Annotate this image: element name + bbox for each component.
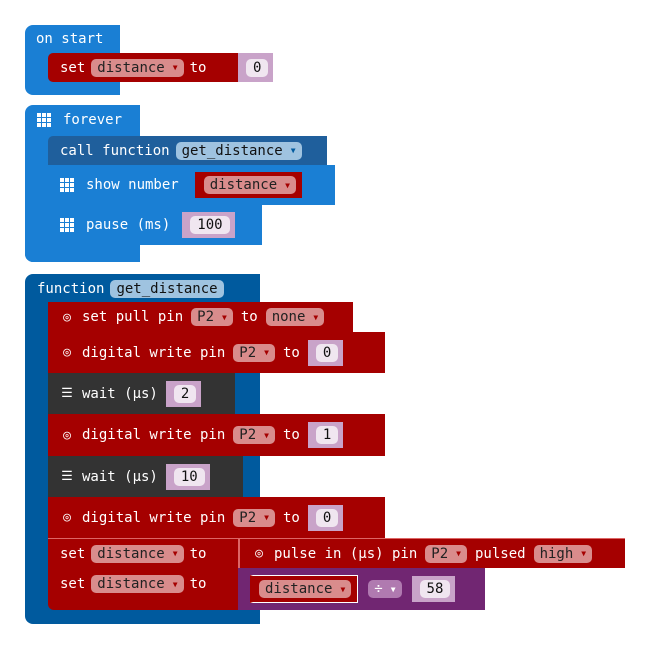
number-input[interactable]: 10: [173, 467, 205, 486]
function-name-field[interactable]: get_distance: [110, 280, 224, 298]
number-input[interactable]: 2: [173, 384, 197, 403]
target-icon: ◎: [255, 546, 263, 561]
call-function-label: call function: [60, 142, 170, 159]
call-function-block[interactable]: call function get_distance ▼: [48, 136, 327, 165]
dropdown-arrow-icon: ▼: [290, 146, 296, 155]
label: digital write pin: [82, 427, 226, 443]
set-label: set: [60, 545, 86, 562]
wait-us-block[interactable]: ☰ wait (µs) 10: [48, 456, 243, 497]
label: pulse in (µs) pin: [274, 545, 418, 562]
to-label: to: [282, 344, 300, 361]
set-distance-block[interactable]: set distance ▼ to: [48, 53, 238, 82]
to-label: to: [189, 576, 207, 592]
pin-dropdown[interactable]: P2 ▼: [233, 508, 275, 527]
pulsed-label: pulsed: [474, 545, 526, 562]
to-label: to: [189, 545, 207, 562]
label: set pull pin: [82, 309, 184, 325]
digital-write-block[interactable]: ◎ digital write pin P2 ▼ to 0: [48, 497, 385, 538]
variable-dropdown[interactable]: distance ▼: [91, 575, 184, 593]
target-icon: ◎: [63, 309, 71, 325]
wait-us-block[interactable]: ☰ wait (µs) 2: [48, 373, 235, 414]
number-input[interactable]: 100: [190, 216, 230, 234]
target-icon: ◎: [63, 510, 71, 525]
digital-write-block[interactable]: ◎ digital write pin P2 ▼ to 1: [48, 414, 385, 456]
pin-dropdown[interactable]: P2 ▼: [191, 308, 233, 326]
label: digital write pin: [82, 344, 226, 361]
to-label: to: [189, 59, 207, 76]
forever-label: forever: [63, 112, 123, 128]
server-icon: ☰: [61, 386, 73, 401]
show-number-label: show number: [86, 177, 179, 193]
set-pull-pin-block[interactable]: ◎ set pull pin P2 ▼ to none ▼: [48, 302, 353, 332]
number-input[interactable]: 0: [315, 508, 339, 527]
operator-dropdown[interactable]: ÷ ▼: [368, 580, 402, 598]
variable-dropdown[interactable]: distance ▼: [259, 580, 352, 598]
function-label: function: [37, 281, 105, 297]
pull-mode-dropdown[interactable]: none ▼: [265, 308, 325, 326]
on-start-label: on start: [36, 31, 104, 47]
digital-write-block[interactable]: ◎ digital write pin P2 ▼ to 0: [48, 332, 385, 373]
number-input[interactable]: 1: [315, 426, 339, 444]
variable-dropdown[interactable]: distance ▼: [91, 544, 184, 563]
to-label: to: [240, 309, 258, 325]
dropdown-arrow-icon: ▼: [172, 63, 178, 72]
led-grid-icon: [60, 178, 74, 192]
pin-dropdown[interactable]: P2 ▼: [425, 544, 467, 563]
variable-dropdown[interactable]: distance ▼: [203, 176, 296, 194]
target-icon: ◎: [63, 427, 71, 443]
variable-dropdown[interactable]: distance ▼: [91, 58, 184, 77]
led-grid-icon: [37, 113, 51, 127]
pause-block[interactable]: pause (ms) 100: [48, 205, 262, 245]
pause-label: pause (ms): [86, 217, 171, 233]
label: wait (µs): [82, 468, 158, 485]
show-number-block[interactable]: show number distance ▼: [48, 165, 335, 205]
label: digital write pin: [82, 509, 226, 526]
number-input[interactable]: 0: [246, 58, 269, 77]
label: wait (µs): [82, 385, 158, 402]
level-dropdown[interactable]: high ▼: [533, 544, 593, 563]
target-icon: ◎: [63, 345, 71, 360]
set-label: set: [60, 59, 86, 76]
number-input[interactable]: 0: [315, 343, 339, 362]
function-dropdown[interactable]: get_distance ▼: [175, 141, 302, 160]
to-label: to: [282, 509, 300, 526]
to-label: to: [282, 427, 300, 443]
number-input[interactable]: 58: [419, 580, 451, 598]
pin-dropdown[interactable]: P2 ▼: [233, 343, 275, 362]
pulse-in-block[interactable]: ◎ pulse in (µs) pin P2 ▼ pulsed high ▼: [238, 538, 625, 568]
pin-dropdown[interactable]: P2 ▼: [233, 426, 275, 444]
server-icon: ☰: [61, 469, 73, 484]
divide-block[interactable]: distance ▼ ÷ ▼ 58: [238, 568, 485, 610]
set-label: set: [60, 576, 86, 592]
led-grid-icon: [60, 218, 74, 232]
set-distance-block[interactable]: set distance ▼ to: [48, 538, 238, 568]
